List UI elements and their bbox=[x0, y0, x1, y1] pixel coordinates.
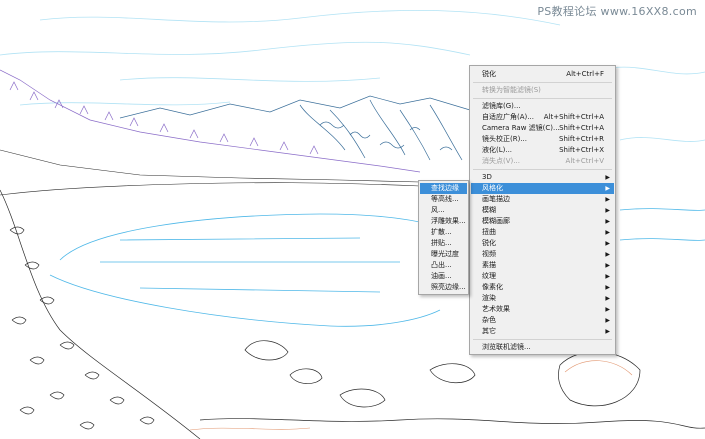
menu-item-artistic[interactable]: 艺术效果 ▶ bbox=[471, 304, 614, 315]
submenu-item-extrude[interactable]: 凸出... bbox=[420, 260, 467, 271]
chevron-right-icon: ▶ bbox=[605, 317, 610, 324]
menu-item-other[interactable]: 其它 ▶ bbox=[471, 326, 614, 337]
menu-item-adaptive-wide-angle[interactable]: 自适应广角(A)... Alt+Shift+Ctrl+A bbox=[471, 112, 614, 123]
menu-item-convert-smart-filter[interactable]: 转换为智能滤镜(S) bbox=[471, 85, 614, 96]
submenu-item-glowing-edges[interactable]: 照亮边缘... bbox=[420, 282, 467, 293]
chevron-right-icon: ▶ bbox=[605, 229, 610, 236]
submenu-item-tiles[interactable]: 拼贴... bbox=[420, 238, 467, 249]
chevron-right-icon: ▶ bbox=[605, 306, 610, 313]
stylize-submenu: 查找边缘 等高线... 风... 浮雕效果... 扩散... 拼贴... 曝光过… bbox=[418, 180, 469, 295]
submenu-item-solarize[interactable]: 曝光过度 bbox=[420, 249, 467, 260]
menu-item-blur[interactable]: 模糊 ▶ bbox=[471, 205, 614, 216]
submenu-item-oil-paint[interactable]: 油画... bbox=[420, 271, 467, 282]
menu-item-liquify[interactable]: 液化(L)... Shift+Ctrl+X bbox=[471, 145, 614, 156]
chevron-right-icon: ▶ bbox=[605, 240, 610, 247]
chevron-right-icon: ▶ bbox=[605, 284, 610, 291]
menu-separator bbox=[473, 98, 612, 99]
chevron-right-icon: ▶ bbox=[605, 251, 610, 258]
chevron-right-icon: ▶ bbox=[605, 174, 610, 181]
menu-item-lens-correction[interactable]: 镜头校正(R)... Shift+Ctrl+R bbox=[471, 134, 614, 145]
menu-item-sketch[interactable]: 素描 ▶ bbox=[471, 260, 614, 271]
chevron-right-icon: ▶ bbox=[605, 328, 610, 335]
menu-item-filter-gallery[interactable]: 滤镜库(G)... bbox=[471, 101, 614, 112]
menu-item-sharpen[interactable]: 锐化 ▶ bbox=[471, 238, 614, 249]
menu-item-video[interactable]: 视频 ▶ bbox=[471, 249, 614, 260]
menu-item-last-filter[interactable]: 锐化 Alt+Ctrl+F bbox=[471, 69, 614, 80]
menu-item-distort[interactable]: 扭曲 ▶ bbox=[471, 227, 614, 238]
menu-item-vanishing-point[interactable]: 消失点(V)... Alt+Ctrl+V bbox=[471, 156, 614, 167]
menu-separator bbox=[473, 339, 612, 340]
watermark-text: PS教程论坛 www.16XX8.com bbox=[537, 5, 697, 18]
chevron-right-icon: ▶ bbox=[605, 207, 610, 214]
menu-item-stylize[interactable]: 风格化 ▶ bbox=[471, 183, 614, 194]
chevron-right-icon: ▶ bbox=[605, 218, 610, 225]
menu-item-render[interactable]: 渲染 ▶ bbox=[471, 293, 614, 304]
chevron-right-icon: ▶ bbox=[605, 185, 610, 192]
menu-item-browse-online-filters[interactable]: 浏览联机滤镜... bbox=[471, 342, 614, 353]
submenu-item-find-edges[interactable]: 查找边缘 bbox=[420, 183, 467, 194]
chevron-right-icon: ▶ bbox=[605, 196, 610, 203]
menu-item-3d[interactable]: 3D ▶ bbox=[471, 172, 614, 183]
menu-separator bbox=[473, 169, 612, 170]
submenu-item-contour[interactable]: 等高线... bbox=[420, 194, 467, 205]
submenu-item-emboss[interactable]: 浮雕效果... bbox=[420, 216, 467, 227]
menu-item-brush-strokes[interactable]: 画笔描边 ▶ bbox=[471, 194, 614, 205]
menu-item-pixelate[interactable]: 像素化 ▶ bbox=[471, 282, 614, 293]
menu-separator bbox=[473, 82, 612, 83]
menu-item-noise[interactable]: 杂色 ▶ bbox=[471, 315, 614, 326]
submenu-item-wind[interactable]: 风... bbox=[420, 205, 467, 216]
filter-menu: 锐化 Alt+Ctrl+F 转换为智能滤镜(S) 滤镜库(G)... 自适应广角(… bbox=[469, 65, 616, 355]
menu-item-camera-raw[interactable]: Camera Raw 滤镜(C)... Shift+Ctrl+A bbox=[471, 123, 614, 134]
chevron-right-icon: ▶ bbox=[605, 262, 610, 269]
submenu-item-diffuse[interactable]: 扩散... bbox=[420, 227, 467, 238]
chevron-right-icon: ▶ bbox=[605, 295, 610, 302]
menu-item-texture[interactable]: 纹理 ▶ bbox=[471, 271, 614, 282]
menu-item-blur-gallery[interactable]: 模糊画廊 ▶ bbox=[471, 216, 614, 227]
chevron-right-icon: ▶ bbox=[605, 273, 610, 280]
